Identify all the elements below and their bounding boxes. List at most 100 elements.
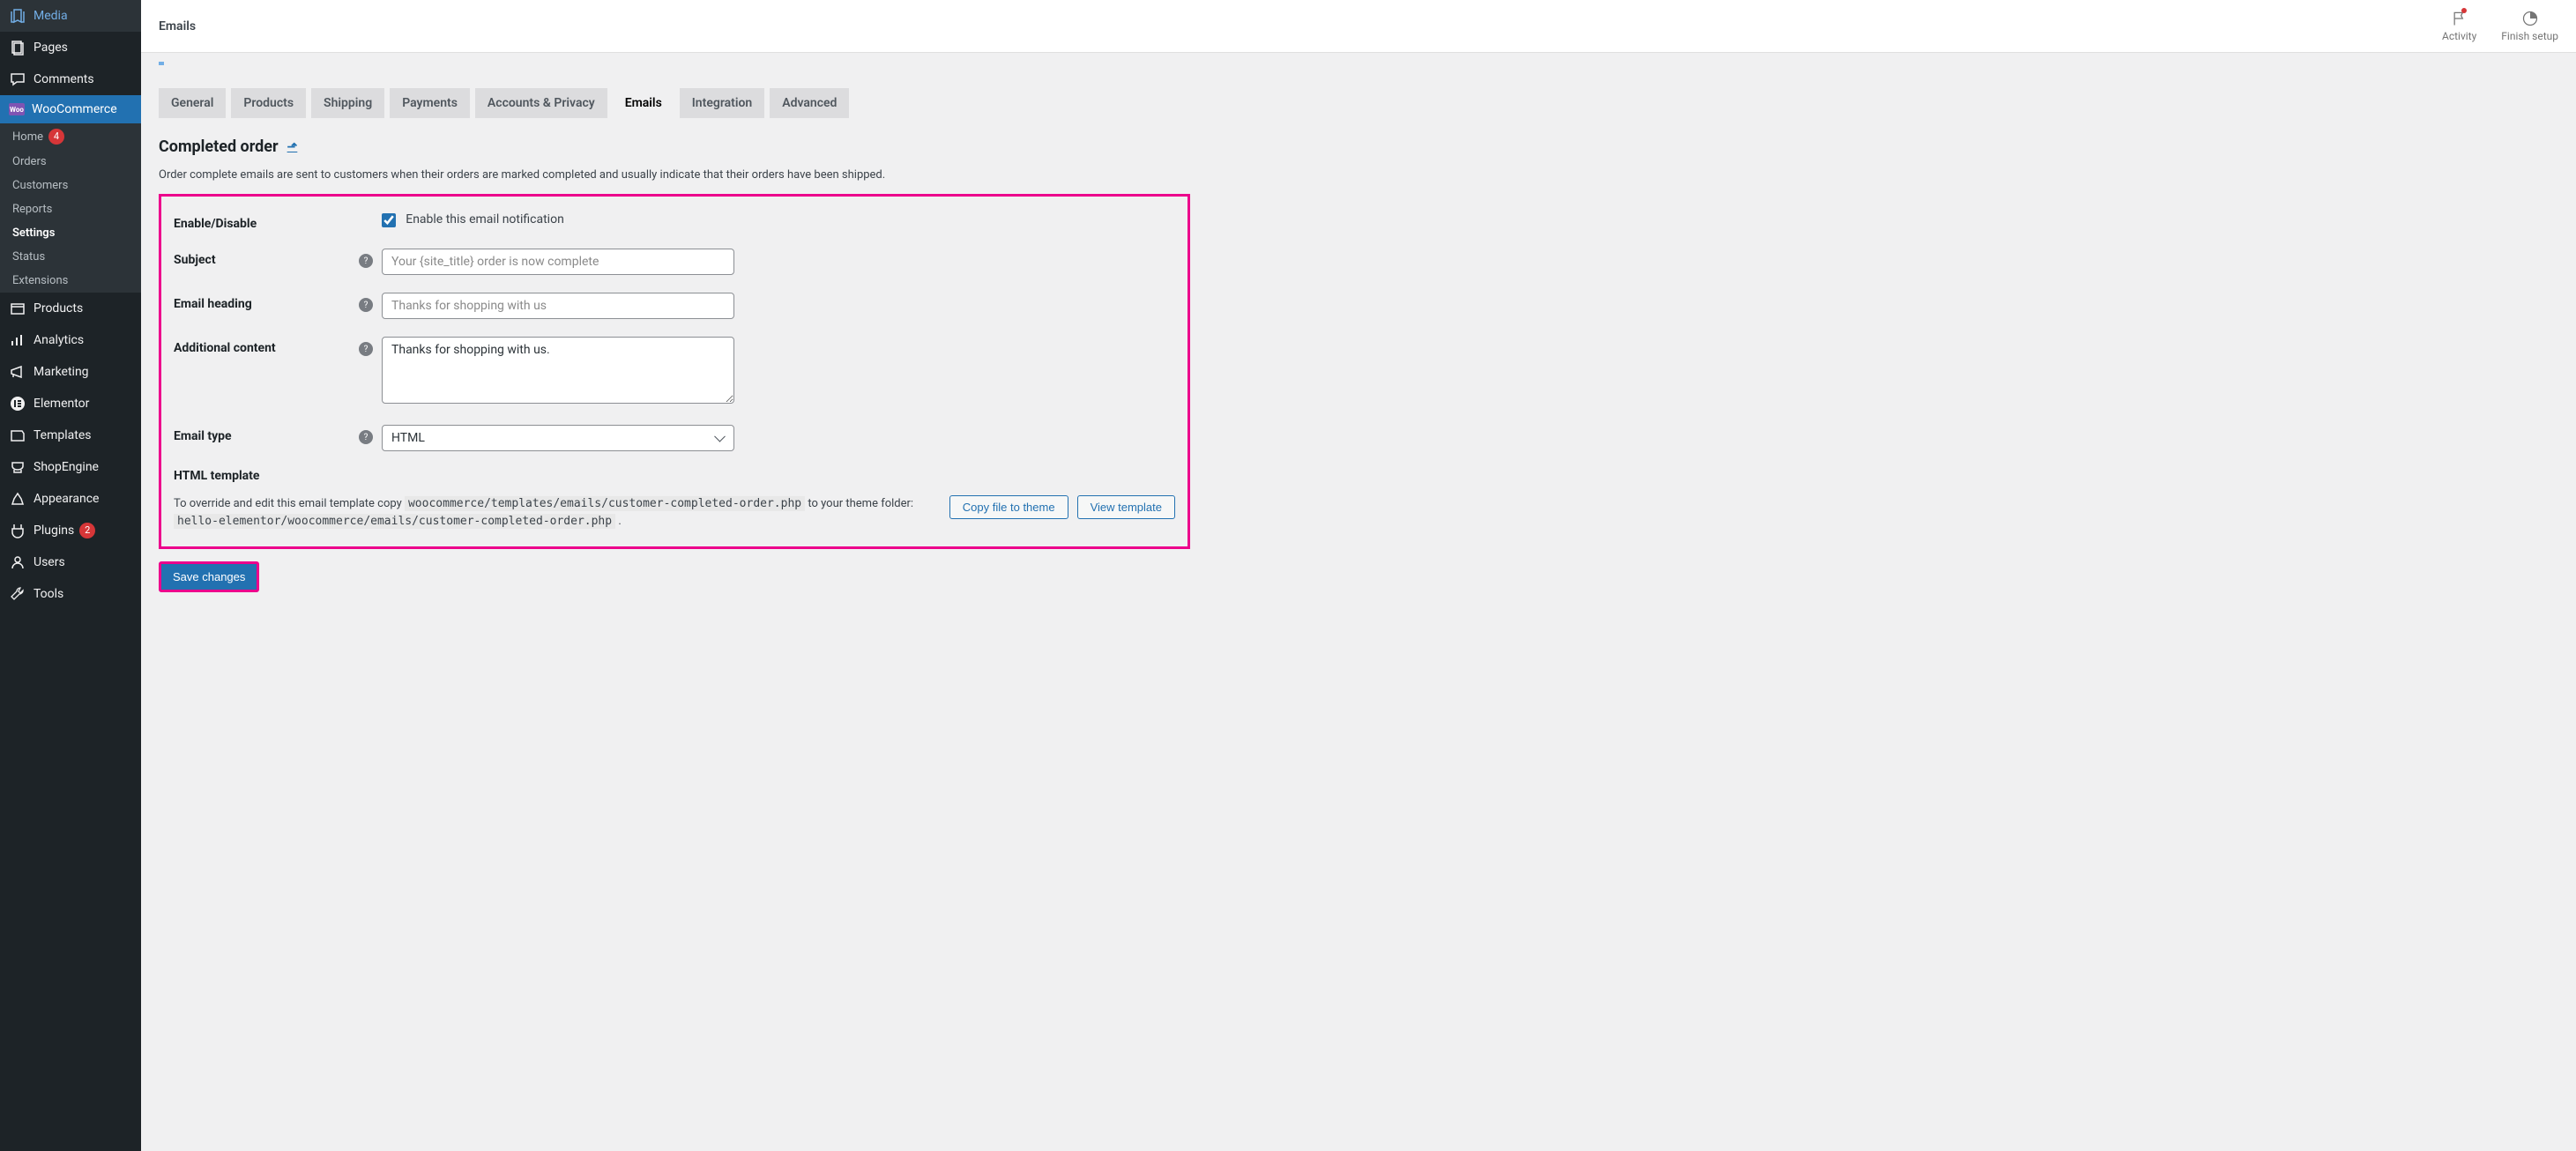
- analytics-icon: [9, 331, 26, 349]
- progress-icon: [2521, 10, 2539, 30]
- subject-input[interactable]: [382, 249, 734, 275]
- tab-general[interactable]: General: [159, 88, 226, 118]
- tab-advanced[interactable]: Advanced: [770, 88, 849, 118]
- tools-icon: [9, 585, 26, 603]
- finish-setup-button[interactable]: Finish setup: [2501, 10, 2558, 42]
- menu-item-marketing[interactable]: Marketing: [0, 356, 141, 388]
- templates-icon: [9, 427, 26, 444]
- menu-item-shopengine[interactable]: ShopEngine: [0, 451, 141, 483]
- submenu-item-settings[interactable]: Settings: [0, 221, 141, 245]
- notification-dot: [2461, 8, 2467, 13]
- copy-file-button[interactable]: Copy file to theme: [949, 495, 1068, 519]
- submenu-item-orders[interactable]: Orders: [0, 150, 141, 174]
- menu-label: Users: [34, 555, 65, 569]
- plugins-icon: [9, 522, 26, 539]
- menu-item-woocommerce[interactable]: Woo WooCommerce: [0, 95, 141, 123]
- enable-checkbox-wrap[interactable]: Enable this email notification: [382, 213, 564, 226]
- main-content: Emails Activity Finish setup General: [141, 0, 2576, 1151]
- menu-label: Marketing: [34, 365, 89, 379]
- pages-icon: [9, 39, 26, 56]
- submenu-item-extensions[interactable]: Extensions: [0, 269, 141, 293]
- menu-item-analytics[interactable]: Analytics: [0, 324, 141, 356]
- email-type-select[interactable]: HTML: [382, 425, 734, 451]
- menu-item-products[interactable]: Products: [0, 293, 141, 324]
- menu-item-pages[interactable]: Pages: [0, 32, 141, 63]
- menu-label: ShopEngine: [34, 460, 99, 474]
- view-template-button[interactable]: View template: [1077, 495, 1175, 519]
- enable-label: Enable/Disable: [174, 212, 359, 231]
- template-source-path: woocommerce/templates/emails/customer-co…: [405, 496, 805, 511]
- topbar-btn-label: Activity: [2442, 30, 2476, 42]
- menu-label: Comments: [34, 72, 94, 86]
- users-icon: [9, 553, 26, 571]
- help-icon[interactable]: ?: [359, 254, 373, 268]
- menu-item-templates[interactable]: Templates: [0, 420, 141, 451]
- activity-button[interactable]: Activity: [2442, 10, 2476, 42]
- settings-tabs: General Products Shipping Payments Accou…: [159, 88, 2558, 118]
- admin-sidebar: Media Pages Comments Woo WooCommerce Hom…: [0, 0, 141, 1151]
- menu-label: Appearance: [34, 492, 99, 506]
- marketing-icon: [9, 363, 26, 381]
- menu-label: Elementor: [34, 397, 89, 411]
- media-icon: [9, 7, 26, 25]
- help-icon[interactable]: ?: [359, 298, 373, 312]
- menu-label: Plugins: [34, 524, 74, 538]
- email-heading-label: Email heading: [174, 293, 359, 311]
- menu-label: Templates: [34, 428, 92, 442]
- tab-emails[interactable]: Emails: [613, 88, 674, 118]
- enable-checkbox[interactable]: [382, 213, 396, 227]
- tab-products[interactable]: Products: [231, 88, 306, 118]
- tab-payments[interactable]: Payments: [390, 88, 470, 118]
- heading-text: Completed order: [159, 137, 279, 156]
- template-override-text: To override and edit this email template…: [174, 495, 932, 531]
- template-dest-path: hello-elementor/woocommerce/emails/custo…: [174, 514, 615, 529]
- shopengine-icon: [9, 458, 26, 476]
- back-link[interactable]: ⬏: [287, 140, 298, 154]
- page-title: Emails: [159, 19, 196, 33]
- email-type-label: Email type: [174, 425, 359, 443]
- tab-accounts-privacy[interactable]: Accounts & Privacy: [475, 88, 607, 118]
- woocommerce-icon: Woo: [9, 103, 25, 115]
- menu-label: Pages: [34, 41, 68, 55]
- topbar-btn-label: Finish setup: [2501, 30, 2558, 42]
- settings-form: Enable/Disable Enable this email notific…: [159, 194, 1190, 549]
- comments-icon: [9, 71, 26, 88]
- help-icon[interactable]: ?: [359, 342, 373, 356]
- menu-item-media[interactable]: Media: [0, 0, 141, 32]
- submenu-item-customers[interactable]: Customers: [0, 174, 141, 197]
- topbar: Emails Activity Finish setup: [141, 0, 2576, 53]
- products-icon: [9, 300, 26, 317]
- appearance-icon: [9, 490, 26, 508]
- submenu-item-status[interactable]: Status: [0, 245, 141, 269]
- submenu-label: Home: [12, 130, 43, 144]
- submenu-item-home[interactable]: Home 4: [0, 123, 141, 150]
- menu-item-tools[interactable]: Tools: [0, 578, 141, 610]
- enable-checkbox-label: Enable this email notification: [406, 212, 564, 226]
- help-icon[interactable]: ?: [359, 430, 373, 444]
- menu-item-users[interactable]: Users: [0, 546, 141, 578]
- menu-label: Products: [34, 301, 83, 316]
- subject-label: Subject: [174, 249, 359, 267]
- menu-label: Analytics: [34, 333, 84, 347]
- save-changes-button[interactable]: Save changes: [159, 561, 259, 592]
- menu-item-comments[interactable]: Comments: [0, 63, 141, 95]
- section-description: Order complete emails are sent to custom…: [159, 168, 2558, 182]
- email-heading-input[interactable]: [382, 293, 734, 319]
- menu-label: Media: [34, 9, 68, 23]
- submenu-item-reports[interactable]: Reports: [0, 197, 141, 221]
- accent-bar: [159, 62, 164, 65]
- menu-item-elementor[interactable]: Elementor: [0, 388, 141, 420]
- flag-icon: [2451, 10, 2468, 30]
- menu-item-appearance[interactable]: Appearance: [0, 483, 141, 515]
- section-heading: Completed order ⬏: [159, 137, 2558, 156]
- additional-content-label: Additional content: [174, 337, 359, 355]
- menu-label: Tools: [34, 587, 63, 601]
- badge-count: 4: [48, 129, 64, 145]
- tab-integration[interactable]: Integration: [680, 88, 764, 118]
- elementor-icon: [9, 395, 26, 412]
- menu-item-plugins[interactable]: Plugins 2: [0, 515, 141, 546]
- badge-count: 2: [79, 523, 95, 538]
- additional-content-textarea[interactable]: [382, 337, 734, 404]
- tab-shipping[interactable]: Shipping: [311, 88, 384, 118]
- html-template-heading: HTML template: [174, 469, 1175, 483]
